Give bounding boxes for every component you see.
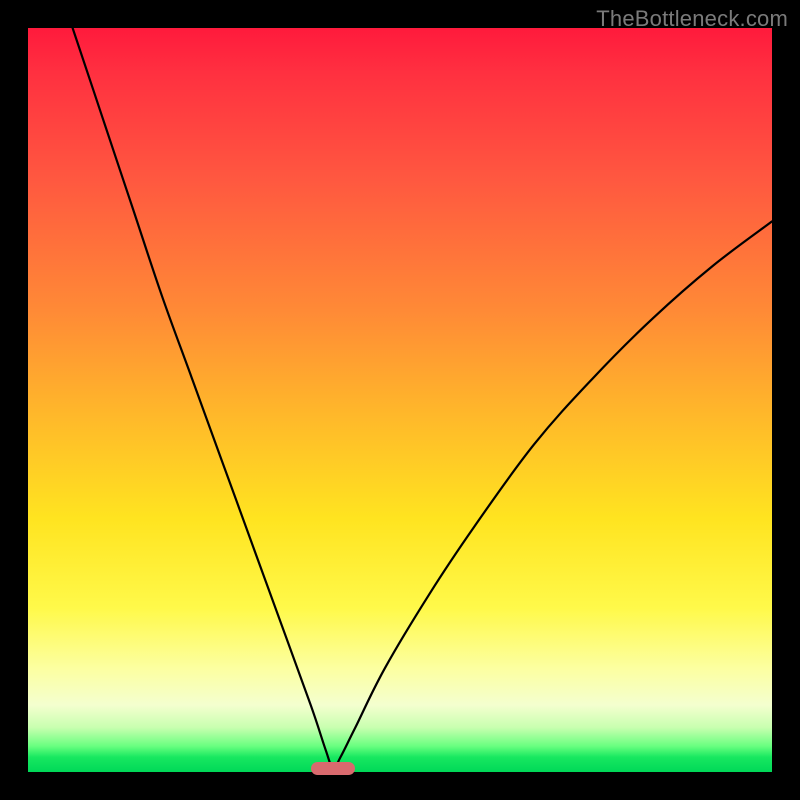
plot-area bbox=[28, 28, 772, 772]
curve-path bbox=[73, 28, 772, 769]
optimal-range-marker bbox=[311, 762, 356, 775]
bottleneck-curve bbox=[28, 28, 772, 772]
chart-frame: TheBottleneck.com bbox=[0, 0, 800, 800]
